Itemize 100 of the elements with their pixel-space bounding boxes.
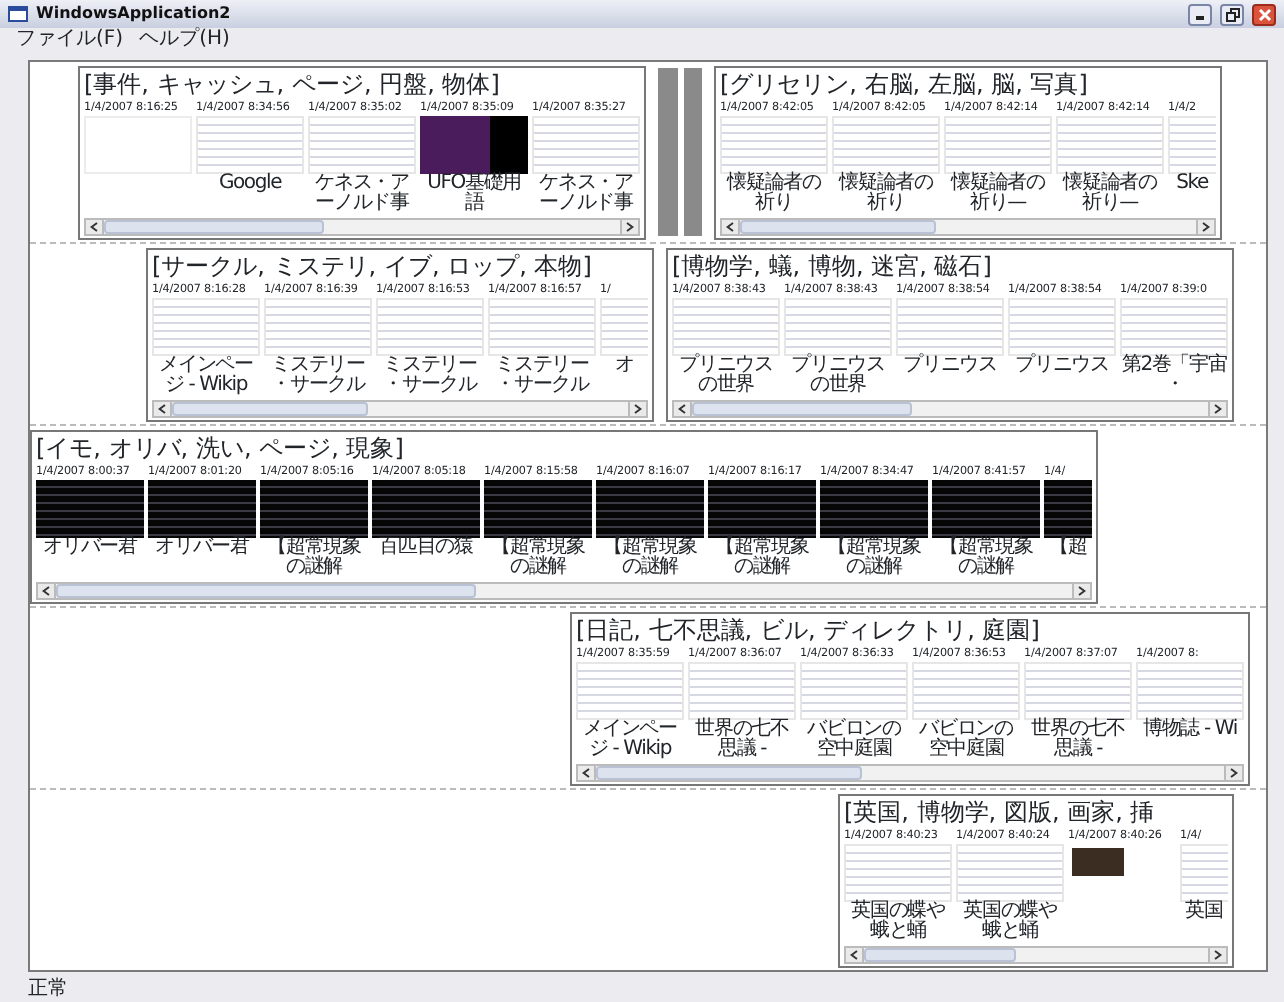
close-button[interactable] bbox=[1252, 3, 1276, 25]
window-icon bbox=[8, 6, 28, 22]
page-thumbnail[interactable] bbox=[912, 661, 1020, 719]
menu-item[interactable]: ヘルプ(H) bbox=[131, 28, 238, 52]
page-caption: 博物誌 - Wi bbox=[1141, 719, 1239, 743]
horizontal-scrollbar[interactable] bbox=[672, 399, 1228, 417]
scroll-left-button[interactable] bbox=[154, 401, 172, 415]
scrollbar-thumb[interactable] bbox=[172, 401, 369, 415]
page-caption: バビロンの空中庭園 bbox=[805, 719, 903, 761]
page-thumbnail[interactable] bbox=[532, 115, 640, 173]
chevron-left-icon bbox=[582, 767, 590, 777]
page-caption: 百匹目の猿 bbox=[377, 537, 475, 561]
status-text: 正常 bbox=[28, 978, 68, 1000]
horizontal-scrollbar[interactable] bbox=[576, 763, 1244, 781]
page-thumbnail[interactable] bbox=[596, 479, 704, 537]
scrollbar-thumb[interactable] bbox=[740, 219, 937, 233]
page-caption: 懐疑論者の祈り bbox=[724, 173, 823, 215]
minimize-button[interactable] bbox=[1188, 3, 1212, 25]
scroll-right-button[interactable] bbox=[628, 401, 646, 415]
horizontal-scrollbar[interactable] bbox=[720, 217, 1216, 235]
page-caption: オリバー君 bbox=[153, 537, 252, 561]
page-thumbnail[interactable] bbox=[800, 661, 908, 719]
page-thumbnail[interactable] bbox=[1180, 843, 1228, 901]
scroll-right-button[interactable] bbox=[1224, 765, 1242, 779]
page-thumbnail[interactable] bbox=[956, 843, 1064, 901]
page-caption: メインページ - Wikip bbox=[581, 719, 679, 761]
page-thumbnail[interactable] bbox=[372, 479, 480, 537]
scrollbar-thumb[interactable] bbox=[104, 219, 325, 233]
page-caption: 【超常現象の謎解 bbox=[937, 537, 1035, 579]
scroll-right-button[interactable] bbox=[1208, 401, 1226, 415]
scrollbar-thumb[interactable] bbox=[864, 947, 1016, 961]
page-thumbnail[interactable] bbox=[1008, 297, 1116, 355]
page-thumbnail[interactable] bbox=[784, 297, 892, 355]
horizontal-scrollbar[interactable] bbox=[152, 399, 648, 417]
page-thumbnail[interactable] bbox=[832, 115, 940, 173]
page-thumbnail[interactable] bbox=[148, 479, 256, 537]
page-caption: バビロンの空中庭園 bbox=[917, 719, 1015, 761]
scroll-right-button[interactable] bbox=[1196, 219, 1214, 233]
page-thumbnail[interactable] bbox=[932, 479, 1040, 537]
scroll-left-button[interactable] bbox=[86, 219, 104, 233]
scroll-left-button[interactable] bbox=[846, 947, 864, 961]
page-thumbnail[interactable] bbox=[708, 479, 816, 537]
page-thumbnail[interactable] bbox=[672, 297, 780, 355]
page-thumbnail[interactable] bbox=[196, 115, 304, 173]
page-thumbnail[interactable] bbox=[1044, 479, 1092, 537]
page-thumbnail[interactable] bbox=[600, 297, 648, 355]
page-thumbnail[interactable] bbox=[1168, 115, 1216, 173]
page-thumbnail[interactable] bbox=[260, 479, 368, 537]
horizontal-scrollbar[interactable] bbox=[36, 581, 1092, 599]
scrollbar-thumb[interactable] bbox=[692, 401, 913, 415]
restore-icon bbox=[1225, 7, 1239, 21]
page-thumbnail[interactable] bbox=[308, 115, 416, 173]
page-thumbnail[interactable] bbox=[1120, 297, 1228, 355]
scroll-left-button[interactable] bbox=[722, 219, 740, 233]
page-thumbnail[interactable] bbox=[1024, 661, 1132, 719]
chevron-right-icon bbox=[1202, 221, 1210, 231]
panel-title: [事件, キャッシュ, ページ, 円盤, 物体] bbox=[84, 69, 502, 99]
page-caption: 懐疑論者の祈り— bbox=[948, 173, 1047, 215]
page-caption: ミステリー・サークル bbox=[493, 355, 592, 397]
scroll-left-button[interactable] bbox=[674, 401, 692, 415]
page-thumbnail[interactable] bbox=[36, 479, 144, 537]
page-caption: プリニウスの世界 bbox=[677, 355, 775, 397]
page-thumbnail[interactable] bbox=[720, 115, 828, 173]
panel-title: [グリセリン, 右脳, 左脳, 脳, 写真] bbox=[720, 69, 1090, 99]
page-thumbnail[interactable] bbox=[1136, 661, 1244, 719]
scroll-right-button[interactable] bbox=[1208, 947, 1226, 961]
page-caption: 世界の七不思議 - bbox=[1029, 719, 1127, 761]
page-caption: 【超常現象の謎解 bbox=[713, 537, 811, 579]
page-thumbnail[interactable] bbox=[484, 479, 592, 537]
scroll-left-button[interactable] bbox=[38, 583, 56, 597]
scrollbar-thumb[interactable] bbox=[56, 583, 477, 597]
page-thumbnail[interactable] bbox=[376, 297, 484, 355]
page-thumbnail[interactable] bbox=[576, 661, 684, 719]
page-thumbnail[interactable] bbox=[944, 115, 1052, 173]
scroll-right-button[interactable] bbox=[620, 219, 638, 233]
panel-title: [英国, 博物学, 図版, 画家, 挿 bbox=[844, 797, 1157, 827]
panel-title: [日記, 七不思議, ビル, ディレクトリ, 庭園] bbox=[576, 615, 1042, 645]
page-thumbnail[interactable] bbox=[820, 479, 928, 537]
horizontal-scrollbar[interactable] bbox=[84, 217, 640, 235]
splitter-bar[interactable] bbox=[658, 68, 702, 236]
page-thumbnail[interactable] bbox=[264, 297, 372, 355]
scrollbar-thumb[interactable] bbox=[596, 765, 862, 779]
chevron-left-icon bbox=[158, 403, 166, 413]
panel-title: [イモ, オリバ, 洗い, ページ, 現象] bbox=[36, 433, 406, 463]
page-thumbnail[interactable] bbox=[896, 297, 1004, 355]
page-thumbnail[interactable] bbox=[1056, 115, 1164, 173]
page-caption: 懐疑論者の祈り— bbox=[1060, 173, 1159, 215]
restore-button[interactable] bbox=[1220, 3, 1244, 25]
page-thumbnail[interactable] bbox=[844, 843, 952, 901]
page-caption: プリニウス bbox=[1013, 355, 1111, 379]
scroll-right-button[interactable] bbox=[1072, 583, 1090, 597]
page-thumbnail[interactable] bbox=[420, 115, 528, 173]
chevron-right-icon bbox=[626, 221, 634, 231]
menu-item[interactable]: ファイル(F) bbox=[8, 28, 132, 52]
scroll-left-button[interactable] bbox=[578, 765, 596, 779]
page-thumbnail[interactable] bbox=[488, 297, 596, 355]
page-thumbnail[interactable] bbox=[688, 661, 796, 719]
horizontal-scrollbar[interactable] bbox=[844, 945, 1228, 963]
page-caption: 第2巻「宇宙・ bbox=[1120, 355, 1228, 397]
page-thumbnail[interactable] bbox=[152, 297, 260, 355]
